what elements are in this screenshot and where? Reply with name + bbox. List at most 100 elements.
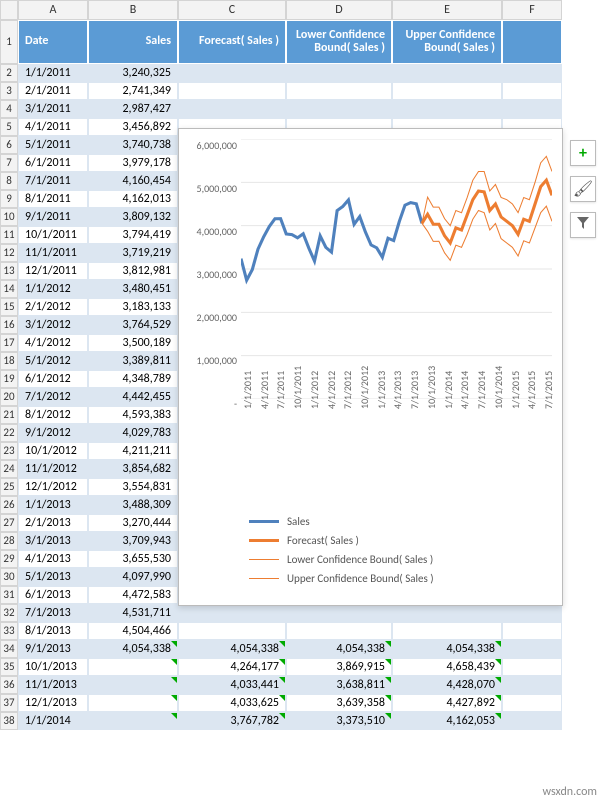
cell[interactable]: 4,097,990 <box>88 568 178 586</box>
cell[interactable]: 9/1/2012 <box>18 424 88 442</box>
cell[interactable]: 7/1/2012 <box>18 388 88 406</box>
cell[interactable]: 3,389,811 <box>88 352 178 370</box>
cell[interactable]: 5/1/2011 <box>18 136 88 154</box>
cell[interactable]: 4,428,070 <box>392 676 502 694</box>
cell[interactable]: 3,794,419 <box>88 226 178 244</box>
cell[interactable] <box>178 82 286 100</box>
row-head-18[interactable]: 18 <box>0 352 18 370</box>
col-head-a[interactable]: A <box>18 0 88 20</box>
chart-styles-button[interactable]: 🖌 <box>570 176 596 202</box>
col-head-c[interactable]: C <box>178 0 286 20</box>
cell[interactable]: 3,639,358 <box>286 694 392 712</box>
cell[interactable]: 4,427,892 <box>392 694 502 712</box>
cell[interactable]: 4,348,789 <box>88 370 178 388</box>
row-head-28[interactable]: 28 <box>0 532 18 550</box>
cell[interactable] <box>502 676 562 694</box>
row-head-8[interactable]: 8 <box>0 172 18 190</box>
cell[interactable] <box>392 622 502 640</box>
cell[interactable] <box>88 712 178 730</box>
cell[interactable] <box>502 100 562 118</box>
cell[interactable]: 4,162,053 <box>392 712 502 730</box>
cell[interactable]: 3,183,133 <box>88 298 178 316</box>
cell[interactable]: 4,054,338 <box>88 640 178 658</box>
cell[interactable]: 12/1/2013 <box>18 694 88 712</box>
cell[interactable] <box>502 640 562 658</box>
row-head-5[interactable]: 5 <box>0 118 18 136</box>
cell[interactable]: 4,442,455 <box>88 388 178 406</box>
cell[interactable] <box>178 622 286 640</box>
cell[interactable]: 3,709,943 <box>88 532 178 550</box>
cell[interactable]: 1/1/2011 <box>18 64 88 82</box>
cell[interactable]: 3/1/2013 <box>18 532 88 550</box>
cell[interactable]: 3,869,915 <box>286 658 392 676</box>
row-head-23[interactable]: 23 <box>0 442 18 460</box>
cell[interactable]: 4/1/2013 <box>18 550 88 568</box>
col-head-d[interactable]: D <box>286 0 392 20</box>
cell[interactable] <box>502 604 562 622</box>
row-head-2[interactable]: 2 <box>0 64 18 82</box>
select-all-corner[interactable] <box>0 0 18 20</box>
cell[interactable] <box>286 64 392 82</box>
row-head-9[interactable]: 9 <box>0 190 18 208</box>
cell[interactable]: 3,638,811 <box>286 676 392 694</box>
row-head-14[interactable]: 14 <box>0 280 18 298</box>
row-head-26[interactable]: 26 <box>0 496 18 514</box>
cell[interactable]: 3,488,309 <box>88 496 178 514</box>
cell[interactable]: 12/1/2012 <box>18 478 88 496</box>
cell[interactable]: 3,554,831 <box>88 478 178 496</box>
cell[interactable]: 6/1/2011 <box>18 154 88 172</box>
cell[interactable]: 2/1/2013 <box>18 514 88 532</box>
cell[interactable]: 3,500,189 <box>88 334 178 352</box>
cell[interactable]: 8/1/2012 <box>18 406 88 424</box>
cell[interactable]: 3/1/2011 <box>18 100 88 118</box>
cell[interactable]: 5/1/2012 <box>18 352 88 370</box>
cell[interactable] <box>178 64 286 82</box>
row-head-12[interactable]: 12 <box>0 244 18 262</box>
cell[interactable]: 9/1/2011 <box>18 208 88 226</box>
cell[interactable]: 2,741,349 <box>88 82 178 100</box>
row-head-24[interactable]: 24 <box>0 460 18 478</box>
cell[interactable]: 3,456,892 <box>88 118 178 136</box>
row-head-6[interactable]: 6 <box>0 136 18 154</box>
row-head-34[interactable]: 34 <box>0 640 18 658</box>
cell[interactable] <box>88 676 178 694</box>
cell[interactable]: 4/1/2012 <box>18 334 88 352</box>
row-head-32[interactable]: 32 <box>0 604 18 622</box>
cell[interactable]: 3,655,530 <box>88 550 178 568</box>
cell[interactable] <box>286 622 392 640</box>
cell[interactable]: 4,531,711 <box>88 604 178 622</box>
cell[interactable]: 10/1/2011 <box>18 226 88 244</box>
row-head-25[interactable]: 25 <box>0 478 18 496</box>
row-head-36[interactable]: 36 <box>0 676 18 694</box>
row-head-31[interactable]: 31 <box>0 586 18 604</box>
col-head-e[interactable]: E <box>392 0 502 20</box>
row-head-15[interactable]: 15 <box>0 298 18 316</box>
row-head-21[interactable]: 21 <box>0 406 18 424</box>
cell[interactable]: 3,270,444 <box>88 514 178 532</box>
cell[interactable]: 4,029,783 <box>88 424 178 442</box>
cell[interactable] <box>392 100 502 118</box>
cell[interactable]: 4,593,383 <box>88 406 178 424</box>
col-head-f[interactable]: F <box>502 0 562 20</box>
row-head-27[interactable]: 27 <box>0 514 18 532</box>
cell[interactable]: 3,373,510 <box>286 712 392 730</box>
cell[interactable] <box>502 64 562 82</box>
cell[interactable]: 4,211,211 <box>88 442 178 460</box>
row-head-22[interactable]: 22 <box>0 424 18 442</box>
row-head-3[interactable]: 3 <box>0 82 18 100</box>
cell[interactable]: 2/1/2011 <box>18 82 88 100</box>
cell[interactable]: 3,480,451 <box>88 280 178 298</box>
cell[interactable]: 8/1/2013 <box>18 622 88 640</box>
row-head-19[interactable]: 19 <box>0 370 18 388</box>
cell[interactable]: 4,054,338 <box>286 640 392 658</box>
cell[interactable]: 2/1/2012 <box>18 298 88 316</box>
cell[interactable]: 9/1/2013 <box>18 640 88 658</box>
header-upper[interactable]: Upper Confidence Bound( Sales ) <box>392 20 502 64</box>
cell[interactable] <box>88 694 178 712</box>
cell[interactable]: 3,979,178 <box>88 154 178 172</box>
header-date[interactable]: Date <box>18 20 88 64</box>
row-head-38[interactable]: 38 <box>0 712 18 730</box>
cell[interactable]: 2,987,427 <box>88 100 178 118</box>
cell[interactable] <box>286 82 392 100</box>
cell[interactable] <box>502 712 562 730</box>
